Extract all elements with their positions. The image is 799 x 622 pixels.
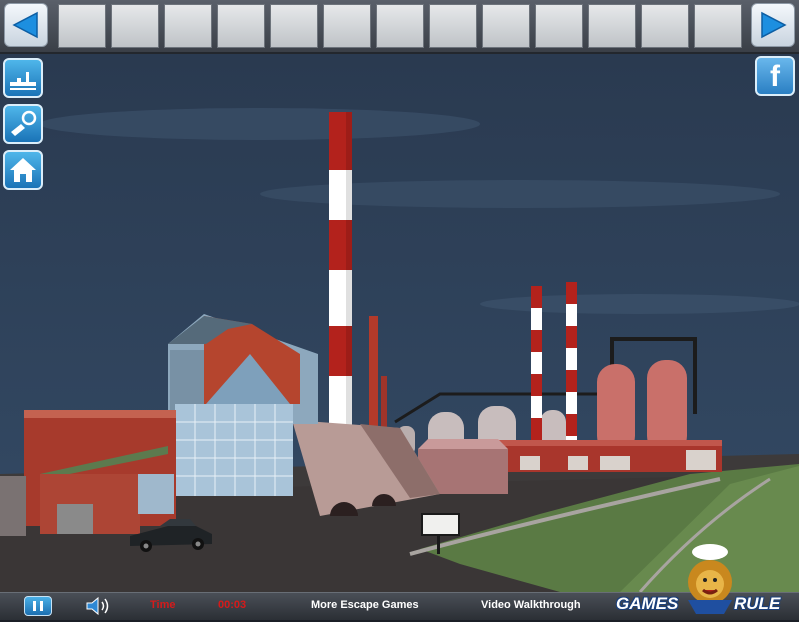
inventory-slot[interactable] <box>111 4 159 48</box>
sound-button[interactable] <box>84 595 114 617</box>
inventory-slot[interactable] <box>482 4 530 48</box>
hint-icon <box>11 110 37 136</box>
arrow-left-icon <box>12 11 38 39</box>
pause-button[interactable] <box>24 596 52 616</box>
pause-icon <box>33 601 43 611</box>
inventory-slot[interactable] <box>164 4 212 48</box>
facebook-button[interactable]: f <box>755 56 795 96</box>
inventory-slot[interactable] <box>535 4 583 48</box>
video-walkthrough-link[interactable]: Video Walkthrough <box>481 599 581 611</box>
chimney-mid <box>531 286 542 451</box>
game-scene <box>0 54 799 593</box>
time-label: Time <box>150 599 176 611</box>
speaker-icon <box>86 596 109 616</box>
walkthrough-icon <box>10 72 36 90</box>
scroll-left-button[interactable] <box>4 3 48 47</box>
walkthrough-button[interactable] <box>3 58 43 98</box>
inventory-slot[interactable] <box>641 4 689 48</box>
inventory-slot[interactable] <box>58 4 106 48</box>
games-rule-logo[interactable]: GAMES RULE <box>612 540 792 618</box>
inventory-slot[interactable] <box>217 4 265 48</box>
inventory-slot[interactable] <box>323 4 371 48</box>
home-button[interactable] <box>3 150 43 190</box>
factory-scene-illustration <box>0 54 799 593</box>
more-escape-games-link[interactable]: More Escape Games <box>311 599 419 611</box>
facebook-icon: f <box>770 60 780 93</box>
inventory-slot[interactable] <box>376 4 424 48</box>
home-icon <box>10 158 36 182</box>
inventory-bar <box>0 0 799 54</box>
chimney-right <box>566 282 577 452</box>
inventory-slot[interactable] <box>429 4 477 48</box>
arrow-right-icon <box>761 11 787 39</box>
time-value: 00:03 <box>218 599 247 611</box>
hint-button[interactable] <box>3 104 43 144</box>
inventory-slot[interactable] <box>588 4 636 48</box>
logo-games-text: GAMES <box>616 594 679 613</box>
logo-rule-text: RULE <box>734 594 781 613</box>
inventory-slot[interactable] <box>694 4 742 48</box>
inventory-slot[interactable] <box>270 4 318 48</box>
scroll-right-button[interactable] <box>751 3 795 47</box>
